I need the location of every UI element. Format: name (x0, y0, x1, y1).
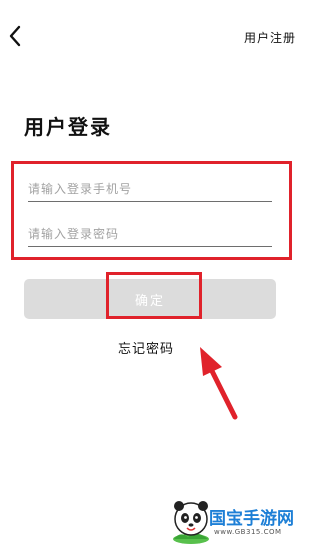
page-title: 用户登录 (24, 115, 112, 139)
chevron-left-icon (9, 25, 21, 47)
form-highlight-box (11, 161, 292, 260)
watermark-url: www.GB315.COM (214, 528, 282, 536)
register-link[interactable]: 用户注册 (244, 29, 296, 46)
back-button[interactable] (6, 24, 24, 48)
watermark-brand: 国宝手游网 (209, 509, 294, 529)
arrow-up-left-icon (200, 347, 238, 420)
confirm-highlight-box (106, 272, 202, 319)
forgot-password-link[interactable]: 忘记密码 (118, 338, 174, 357)
panda-icon (173, 501, 209, 544)
